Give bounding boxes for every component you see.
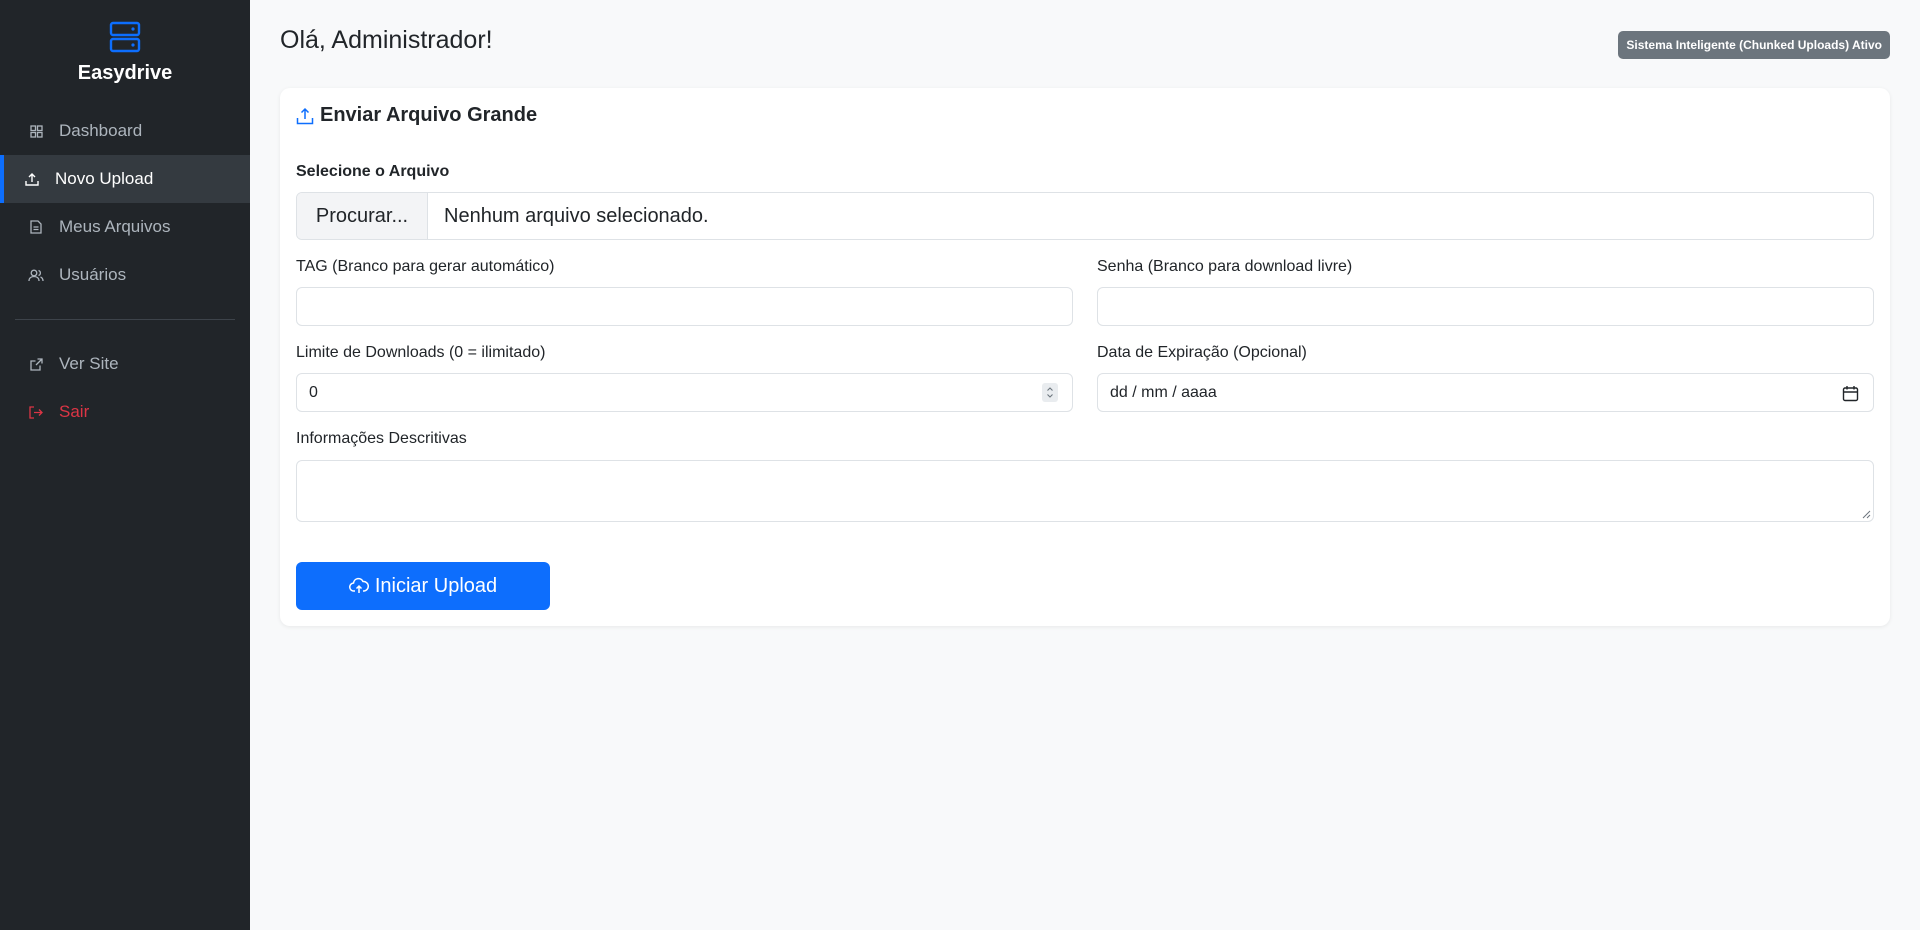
sidebar-item-sair[interactable]: Sair — [0, 388, 250, 436]
download-limit-value: 0 — [309, 383, 318, 401]
password-label: Senha (Branco para download livre) — [1097, 258, 1353, 275]
logout-icon — [28, 404, 44, 420]
number-stepper[interactable] — [1042, 383, 1058, 402]
status-badge: Sistema Inteligente (Chunked Uploads) At… — [1618, 31, 1890, 59]
upload-card: Enviar Arquivo Grande Selecione o Arquiv… — [280, 88, 1890, 626]
upload-icon — [296, 107, 314, 125]
sidebar-item-label: Meus Arquivos — [59, 217, 171, 236]
main-content: Olá, Administrador! Sistema Inteligente … — [250, 0, 1920, 930]
description-textarea[interactable] — [296, 460, 1874, 522]
card-title-text: Enviar Arquivo Grande — [320, 104, 538, 126]
sidebar-item-label: Dashboard — [59, 121, 143, 140]
sidebar-item-usuarios[interactable]: Usuários — [0, 251, 250, 299]
file-icon — [28, 219, 44, 235]
sidebar-item-label: Usuários — [59, 265, 127, 284]
server-icon — [109, 21, 141, 53]
sidebar: Easydrive Dashboard Novo Upload Meus Arq… — [0, 0, 250, 930]
sidebar-item-meus-arquivos[interactable]: Meus Arquivos — [0, 203, 250, 251]
users-icon — [28, 267, 44, 283]
grid-icon — [28, 123, 44, 139]
sidebar-divider — [15, 319, 235, 320]
sidebar-item-label: Novo Upload — [55, 169, 154, 188]
sidebar-item-label: Sair — [59, 402, 90, 421]
cloud-upload-icon — [348, 576, 369, 596]
upload-icon — [24, 171, 40, 187]
app-name: Easydrive — [77, 62, 173, 84]
chevron-up-down-icon — [1047, 387, 1053, 398]
external-link-icon — [28, 356, 44, 372]
sidebar-item-ver-site[interactable]: Ver Site — [0, 340, 250, 388]
start-upload-label: Iniciar Upload — [374, 574, 498, 597]
start-upload-button[interactable]: Iniciar Upload — [296, 562, 550, 610]
resize-handle-icon[interactable] — [1861, 509, 1871, 519]
tag-input[interactable] — [296, 287, 1073, 326]
calendar-icon[interactable] — [1842, 385, 1859, 402]
file-input[interactable]: Procurar... Nenhum arquivo selecionado. — [296, 192, 1874, 240]
description-label: Informações Descritivas — [296, 430, 467, 447]
sidebar-item-dashboard[interactable]: Dashboard — [0, 107, 250, 155]
brand: Easydrive — [0, 0, 250, 85]
download-limit-label: Limite de Downloads (0 = ilimitado) — [296, 344, 546, 361]
page-greeting: Olá, Administrador! — [280, 26, 493, 54]
browse-button[interactable]: Procurar... — [297, 193, 428, 239]
tag-label: TAG (Branco para gerar automático) — [296, 258, 555, 275]
file-label: Selecione o Arquivo — [296, 163, 450, 180]
file-status: Nenhum arquivo selecionado. — [444, 204, 709, 227]
sidebar-nav: Dashboard Novo Upload Meus Arquivos Usuá… — [0, 107, 250, 436]
card-title: Enviar Arquivo Grande — [296, 104, 537, 127]
expiry-date-label: Data de Expiração (Opcional) — [1097, 344, 1307, 361]
sidebar-item-label: Ver Site — [59, 354, 119, 373]
expiry-date-input[interactable]: dd / mm / aaaa — [1097, 373, 1874, 412]
sidebar-item-novo-upload[interactable]: Novo Upload — [0, 155, 250, 203]
password-input[interactable] — [1097, 287, 1874, 326]
expiry-date-placeholder: dd / mm / aaaa — [1110, 383, 1217, 401]
download-limit-input[interactable]: 0 — [296, 373, 1073, 412]
